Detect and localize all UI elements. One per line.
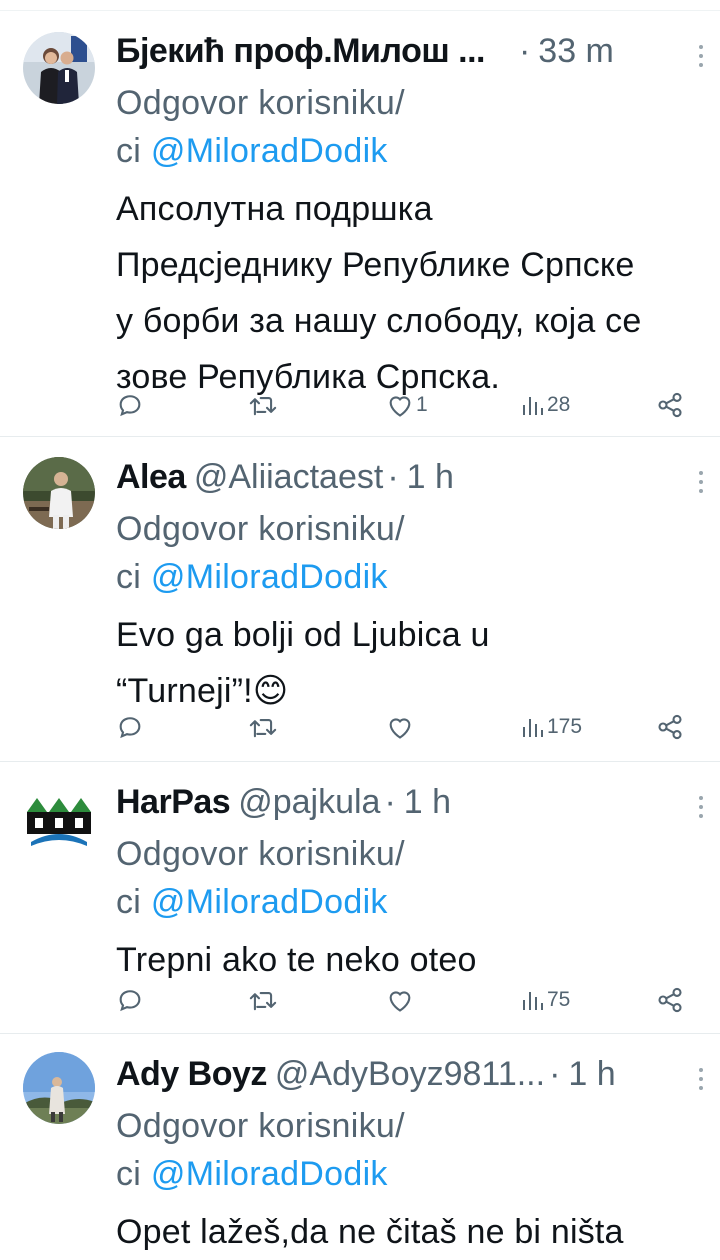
reply-context: Odgovor korisniku/ ci @MiloradDodik bbox=[116, 830, 706, 926]
timestamp[interactable]: 1 h bbox=[407, 458, 454, 496]
tweet-text: Апсолутна подршка Предсједнику Републике… bbox=[116, 181, 706, 405]
views-icon bbox=[523, 397, 543, 415]
reply-suffix: ci bbox=[116, 883, 151, 921]
reply-context: Odgovor korisniku/ ci @MiloradDodik bbox=[116, 505, 706, 601]
reply-icon bbox=[119, 717, 141, 739]
repost-button[interactable] bbox=[248, 980, 278, 1020]
separator-dot: · bbox=[384, 783, 396, 821]
mention-link[interactable]: @MiloradDodik bbox=[151, 558, 388, 596]
repost-icon bbox=[249, 992, 277, 1011]
author-handle[interactable]: @pajkula bbox=[238, 783, 380, 821]
reply-context: Odgovor korisniku/ ci @MiloradDodik bbox=[116, 79, 706, 175]
profile-photo-icon bbox=[23, 457, 95, 529]
profile-photo-icon bbox=[23, 32, 95, 104]
profile-photo-icon bbox=[23, 1052, 95, 1124]
action-bar: 175 bbox=[0, 707, 720, 747]
views-button[interactable]: 28 bbox=[521, 385, 570, 425]
text-line: Opet lažeš,da ne čitaš ne bi ništa bbox=[116, 1213, 624, 1251]
heart-icon bbox=[389, 396, 411, 417]
repost-icon bbox=[249, 397, 277, 416]
views-icon bbox=[523, 992, 543, 1010]
tweet-1[interactable]: Бјекић проф.Милош ... · 33 m Odgovor koris… bbox=[0, 11, 720, 437]
share-button[interactable] bbox=[656, 980, 684, 1020]
reply-button[interactable] bbox=[116, 707, 144, 747]
author-handle[interactable]: @AdyBoyz9811... bbox=[275, 1055, 545, 1093]
author-name[interactable]: Ady Boyz bbox=[116, 1055, 267, 1093]
views-icon bbox=[523, 719, 543, 737]
top-divider bbox=[0, 0, 720, 11]
avatar[interactable] bbox=[23, 1052, 95, 1124]
share-button[interactable] bbox=[656, 707, 684, 747]
repost-button[interactable] bbox=[248, 707, 278, 747]
reply-prefix: Odgovor korisniku/ bbox=[116, 510, 405, 548]
text-line: Предсједнику Републике Српске bbox=[116, 246, 635, 284]
like-button[interactable] bbox=[386, 707, 416, 747]
heart-icon bbox=[389, 718, 411, 739]
more-options-icon[interactable] bbox=[698, 45, 704, 72]
repost-icon bbox=[249, 719, 277, 738]
like-count: 1 bbox=[416, 393, 428, 416]
reply-suffix: ci bbox=[116, 558, 151, 596]
avatar[interactable] bbox=[23, 457, 95, 529]
repost-button[interactable] bbox=[248, 385, 278, 425]
reply-context: Odgovor korisniku/ ci @MiloradDodik bbox=[116, 1102, 706, 1198]
separator-dot: · bbox=[549, 1055, 561, 1093]
bridge-logo-icon bbox=[23, 782, 95, 854]
avatar[interactable] bbox=[23, 782, 95, 854]
share-icon bbox=[658, 392, 682, 418]
mention-link[interactable]: @MiloradDodik bbox=[151, 132, 388, 170]
like-button[interactable] bbox=[386, 980, 416, 1020]
separator-dot: · bbox=[518, 32, 531, 70]
view-count: 75 bbox=[547, 988, 571, 1011]
reply-button[interactable] bbox=[116, 385, 144, 425]
share-button[interactable] bbox=[656, 385, 684, 425]
text-line: Evo ga bolji od Ljubica u bbox=[116, 616, 490, 654]
more-options-icon[interactable] bbox=[698, 1068, 704, 1095]
tweet-2[interactable]: Alea @Aliiactaest · 1 h Odgovor korisniku/ … bbox=[0, 437, 720, 762]
views-button[interactable]: 75 bbox=[521, 980, 570, 1020]
view-count: 175 bbox=[547, 715, 583, 738]
author-name[interactable]: HarPas bbox=[116, 783, 231, 821]
share-icon bbox=[658, 714, 682, 740]
timestamp[interactable]: 1 h bbox=[568, 1055, 615, 1093]
views-button[interactable]: 175 bbox=[521, 707, 582, 747]
reply-suffix: ci bbox=[116, 1155, 151, 1193]
reply-prefix: Odgovor korisniku/ bbox=[116, 84, 405, 122]
avatar[interactable] bbox=[23, 32, 95, 104]
timestamp[interactable]: 33 m bbox=[538, 32, 614, 70]
reply-prefix: Odgovor korisniku/ bbox=[116, 1107, 405, 1145]
share-icon bbox=[658, 987, 682, 1013]
tweet-4[interactable]: Ady Boyz @AdyBoyz9811... · 1 h Odgovor kori… bbox=[0, 1034, 720, 1251]
separator-dot: · bbox=[387, 458, 399, 496]
action-bar: 75 bbox=[0, 980, 720, 1020]
more-options-icon[interactable] bbox=[698, 796, 704, 823]
mention-link[interactable]: @MiloradDodik bbox=[151, 883, 388, 921]
more-options-icon[interactable] bbox=[698, 471, 704, 498]
author-name[interactable]: Бјекић проф.Милош ... bbox=[116, 32, 485, 70]
tweet-text: Evo ga bolji od Ljubica u “Turneji”!😊 bbox=[116, 607, 706, 719]
mention-link[interactable]: @MiloradDodik bbox=[151, 1155, 388, 1193]
reply-icon bbox=[119, 395, 141, 417]
like-button[interactable]: 1 bbox=[386, 385, 428, 425]
reply-suffix: ci bbox=[116, 132, 151, 170]
tweet-3[interactable]: HarPas @pajkula · 1 h Odgovor korisniku/ ci… bbox=[0, 762, 720, 1034]
reply-button[interactable] bbox=[116, 980, 144, 1020]
text-line: у борби за нашу слободу, која се bbox=[116, 302, 642, 340]
reply-prefix: Odgovor korisniku/ bbox=[116, 835, 405, 873]
author-handle[interactable]: @Aliiactaest bbox=[194, 458, 383, 496]
tweet-text: Opet lažeš,da ne čitaš ne bi ništa bbox=[116, 1204, 706, 1260]
action-bar: 1 28 bbox=[0, 385, 720, 425]
heart-icon bbox=[389, 991, 411, 1012]
view-count: 28 bbox=[547, 393, 571, 416]
author-name[interactable]: Alea bbox=[116, 458, 186, 496]
text-line: Апсолутна подршка bbox=[116, 190, 433, 228]
timestamp[interactable]: 1 h bbox=[404, 783, 451, 821]
reply-icon bbox=[119, 990, 141, 1012]
